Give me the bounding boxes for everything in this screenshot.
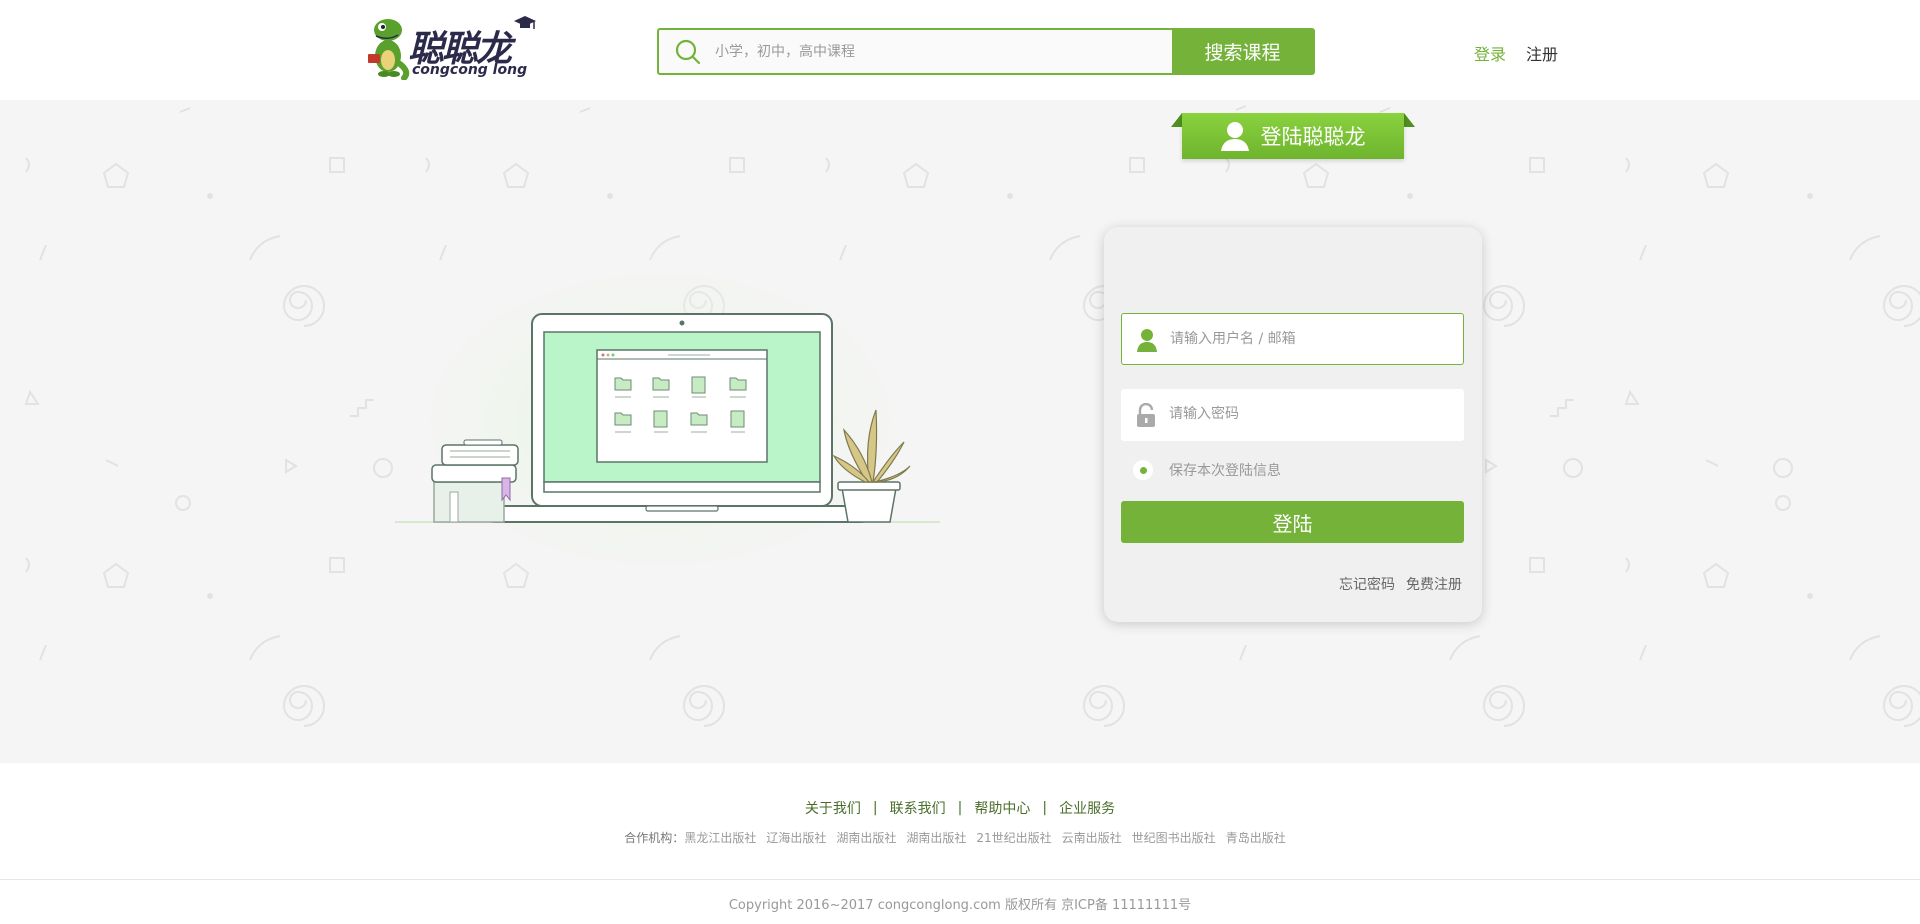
search-input[interactable] [715,30,1215,73]
partner-link[interactable]: 青岛出版社 [1226,829,1286,846]
login-card-header: 登陆聪聪龙 [1182,113,1404,159]
footer-link-enterprise[interactable]: 企业服务 [1059,798,1115,818]
footer-separator: | [872,800,878,816]
radio-selected-dot [1139,466,1147,474]
footer-link-about[interactable]: 关于我们 [805,798,861,818]
partner-list: 合作机构： 黑龙江出版社 辽海出版社 湖南出版社 湖南出版社 21世纪出版社 云… [0,829,1920,846]
partner-link[interactable]: 湖南出版社 [906,829,966,846]
footer-link-help[interactable]: 帮助中心 [974,798,1030,818]
remember-radio[interactable] [1133,460,1153,480]
site-header: 聪聪龙 congcong long 搜索课程 登录 注册 [0,0,1920,100]
password-input[interactable] [1169,389,1449,439]
footer-link-contact[interactable]: 联系我们 [890,798,946,818]
password-field[interactable] [1121,389,1464,441]
ribbon-fold-right [1404,113,1415,127]
footer-separator: | [957,800,963,816]
partners-label: 合作机构： [624,831,685,845]
footer-divider [0,879,1920,880]
partner-link[interactable]: 云南出版社 [1062,829,1122,846]
main-banner [0,100,1920,763]
site-logo[interactable]: 聪聪龙 congcong long [366,14,536,84]
header-login-link[interactable]: 登录 [1474,41,1506,65]
forgot-password-link[interactable]: 忘记密码 [1339,574,1395,594]
search-bar: 搜索课程 [657,28,1315,75]
search-icon [675,39,701,65]
partner-link[interactable]: 黑龙江出版社 [684,829,756,846]
login-submit-button[interactable]: 登陆 [1121,501,1464,543]
footer-separator: | [1042,800,1048,816]
user-icon [1220,122,1249,151]
footer-nav: 关于我们 | 联系我们 | 帮助中心 | 企业服务 [0,798,1920,818]
search-button[interactable]: 搜索课程 [1172,30,1313,73]
copyright-text: Copyright 2016~2017 congconglong.com 版权所… [728,898,1192,913]
remember-label: 保存本次登陆信息 [1169,463,1281,479]
login-card-title: 登陆聪聪龙 [1260,125,1366,149]
laptop-illustration [370,230,960,610]
partner-link[interactable]: 湖南出版社 [836,829,896,846]
free-register-link[interactable]: 免费注册 [1406,574,1462,594]
site-footer: 关于我们 | 联系我们 | 帮助中心 | 企业服务 合作机构： 黑龙江出版社 辽… [0,763,1920,924]
remember-login-option[interactable]: 保存本次登陆信息 [1133,460,1281,480]
partner-link[interactable]: 辽海出版社 [766,829,826,846]
partner-link[interactable]: 21世纪出版社 [976,829,1051,846]
username-field[interactable] [1121,313,1464,365]
lock-icon [1137,403,1155,427]
user-icon [1137,329,1157,352]
header-register-link[interactable]: 注册 [1526,41,1558,65]
graduation-cap-icon [514,16,536,29]
username-input[interactable] [1170,314,1450,364]
logo-text-en: congcong long [412,62,528,78]
partner-link[interactable]: 世纪图书出版社 [1132,829,1216,846]
ribbon-fold-left [1171,113,1182,127]
